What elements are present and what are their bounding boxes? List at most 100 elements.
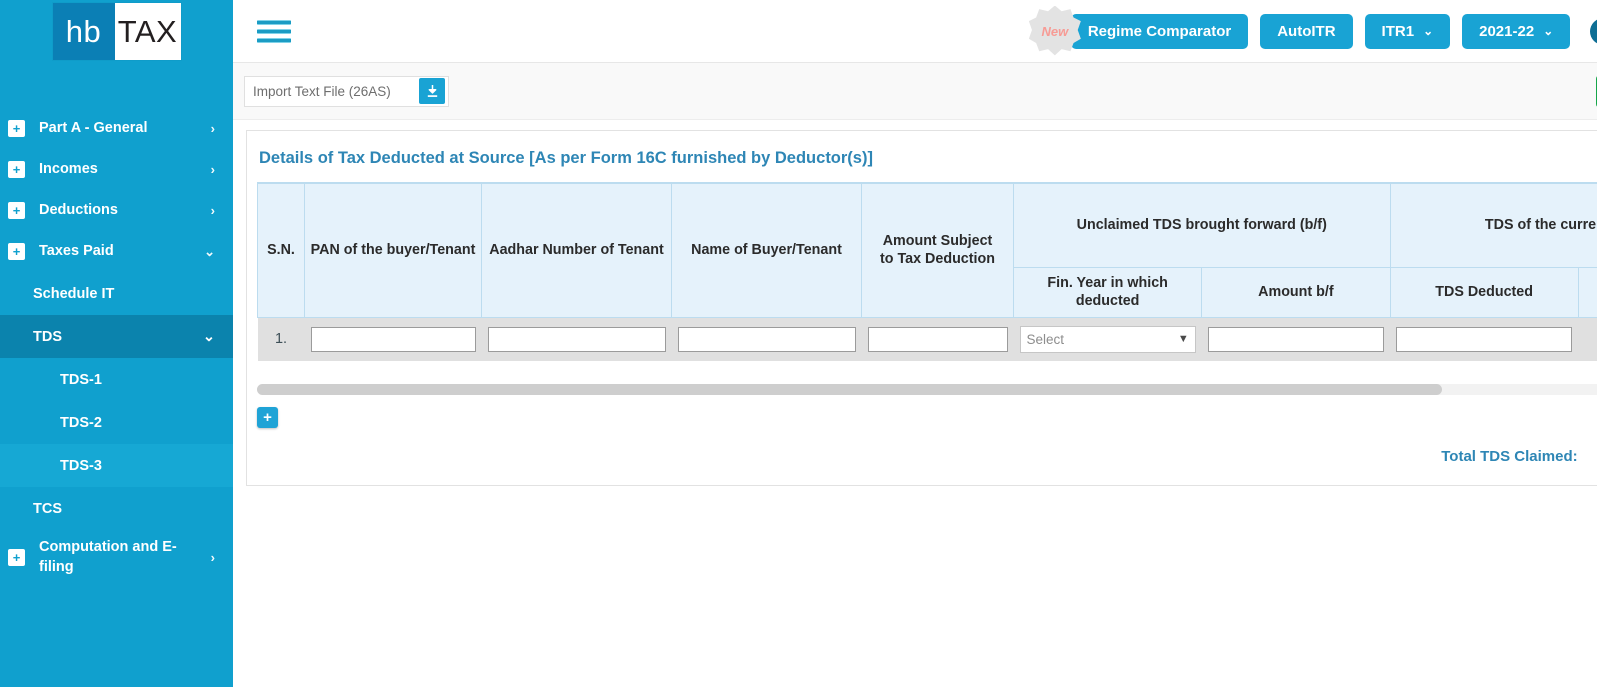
assessment-year-label: 2021-22 [1479,22,1535,40]
sidebar-item-incomes[interactable]: + Incomes › [0,149,233,190]
assessment-year-dropdown[interactable]: 2021-22 ⌄ [1462,13,1571,49]
app-logo[interactable]: hb TAX [0,0,233,63]
sidebar-item-label: TDS-1 [60,371,102,388]
top-header: New Regime Comparator AutoITR ITR1 ⌄ 202… [233,0,1597,63]
header-actions: New Regime Comparator AutoITR ITR1 ⌄ 202… [1028,5,1597,56]
cell-name [671,317,862,362]
new-badge: New [1028,5,1081,56]
sidebar-item-schedule-it[interactable]: Schedule IT [0,272,233,315]
chevron-right-icon: › [210,203,215,218]
tds-deducted-input[interactable] [1396,326,1573,352]
application-root: hb TAX + Part A - General › + Incomes › … [0,0,1597,687]
table-header-row-1: S.N. PAN of the buyer/Tenant Aadhar Numb… [257,183,1597,318]
col-header-current-group: TDS of the current financial [1389,183,1597,268]
regime-comparator-label: Regime Comparator [1087,22,1232,40]
add-row-button[interactable]: + [257,407,278,429]
avatar: G [1590,17,1597,45]
logo-hb-text: hb [52,3,115,60]
plus-icon: + [8,161,25,178]
col-header-amount-subject-line1: Amount Subject [882,233,993,249]
sidebar-item-label: Schedule IT [33,285,115,302]
amount-bf-input[interactable] [1207,326,1384,352]
cell-fin-year: Select ▼ [1013,317,1202,362]
amount-subject-input[interactable] [867,326,1008,352]
logo-tax-text: TAX [114,3,181,60]
fin-year-select[interactable]: Select ▼ [1019,325,1196,353]
col-header-amount-subject: Amount Subject to Tax Deduction [861,183,1014,318]
table-head: S.N. PAN of the buyer/Tenant Aadhar Numb… [257,183,1597,318]
name-input[interactable] [677,326,856,352]
chevron-down-icon: ⌄ [1423,24,1434,38]
table-body: 1. Select ▼ [257,317,1597,362]
sidebar-item-part-a-general[interactable]: + Part A - General › [0,108,233,149]
sidebar-item-label: Incomes [39,160,98,177]
sidebar-item-label: Taxes Paid [39,242,114,259]
sidebar-item-label: TDS [33,328,62,345]
col-header-amount-bf: Amount b/f [1201,267,1391,318]
tds-table: S.N. PAN of the buyer/Tenant Aadhar Numb… [257,183,1597,362]
sidebar-item-deductions[interactable]: + Deductions › [0,190,233,231]
pan-input[interactable] [310,326,476,352]
itr-form-dropdown[interactable]: ITR1 ⌄ [1364,13,1451,49]
sidebar-item-label: TDS-3 [60,457,102,474]
sidebar-item-label: Deductions [39,201,118,218]
cell-sn: 1. [257,317,305,362]
table-scroll-container: S.N. PAN of the buyer/Tenant Aadhar Numb… [257,182,1597,362]
chevron-down-icon: ⌄ [1543,24,1554,38]
cell-spacer [1578,317,1597,362]
sidebar-item-label: Part A - General [39,119,148,136]
plus-icon: + [8,202,25,219]
plus-icon: + [8,120,25,137]
col-header-amount-subject-line2: to Tax Deduction [880,251,995,268]
import-text-file-control[interactable]: Import Text File (26AS) [244,75,449,107]
auto-itr-button[interactable]: AutoITR [1260,13,1353,49]
tds-details-card: Details of Tax Deducted at Source [As pe… [246,130,1597,487]
chevron-right-icon: › [210,121,215,136]
sidebar: hb TAX + Part A - General › + Incomes › … [0,0,233,687]
regime-comparator-button[interactable]: Regime Comparator [1070,13,1249,49]
download-icon[interactable] [419,78,445,104]
sidebar-item-tds-2[interactable]: TDS-2 [0,401,233,444]
itr-form-label: ITR1 [1381,22,1415,40]
col-header-fin-year: Fin. Year in which deducted [1012,267,1203,318]
col-header-tds-deducted: TDS Deducted [1389,267,1579,318]
plus-icon: + [8,243,25,260]
total-tds-row: Total TDS Claimed: 0 [257,428,1597,471]
page-content: Details of Tax Deducted at Source [As pe… [233,120,1597,687]
sidebar-item-taxes-paid[interactable]: + Taxes Paid ⌄ [0,231,233,272]
sidebar-nav: + Part A - General › + Incomes › + Deduc… [0,108,233,585]
chevron-right-icon: › [210,550,215,566]
col-header-unclaimed-group: Unclaimed TDS brought forward (b/f) [1013,183,1391,268]
chevron-right-icon: › [210,162,215,177]
cell-amount-subject [861,317,1014,362]
col-header-sn: S.N. [257,183,305,318]
sidebar-item-label: Computation and E-filing [39,539,177,575]
col-header-aadhar: Aadhar Number of Tenant [481,183,672,318]
chevron-down-icon: ▼ [1177,333,1189,346]
chevron-down-icon: ⌄ [202,328,215,345]
cell-amount-bf [1201,317,1390,362]
sidebar-item-tcs[interactable]: TCS [0,487,233,530]
table-row: 1. Select ▼ [257,317,1597,362]
cell-aadhar [481,317,672,362]
plus-icon: + [8,549,25,567]
table-horizontal-scrollbar[interactable] [257,384,1597,396]
total-tds-label: Total TDS Claimed: [1441,448,1578,466]
chevron-down-icon: ⌄ [204,243,215,259]
sidebar-item-tds[interactable]: TDS ⌄ [0,315,233,358]
hamburger-icon[interactable] [257,16,291,47]
cell-tds-deducted [1390,317,1579,362]
user-menu[interactable]: G GOVINDA GAUTAM [1582,17,1597,45]
sidebar-item-label: TDS-2 [60,414,102,431]
auto-itr-label: AutoITR [1277,22,1336,40]
horizontal-scrollbar-thumb[interactable] [257,384,1442,396]
col-header-spacer [1577,267,1597,318]
sidebar-item-label: TCS [33,500,62,517]
page-title: Details of Tax Deducted at Source [As pe… [259,149,873,167]
sidebar-item-tds-1[interactable]: TDS-1 [0,358,233,401]
col-header-pan: PAN of the buyer/Tenant [304,183,482,318]
aadhar-input[interactable] [487,326,666,352]
sidebar-item-tds-3[interactable]: TDS-3 [0,444,233,487]
import-text-file-label: Import Text File (26AS) [253,83,391,99]
sidebar-item-computation-and-e-filing[interactable]: + Computation and E-filing › [0,530,233,585]
